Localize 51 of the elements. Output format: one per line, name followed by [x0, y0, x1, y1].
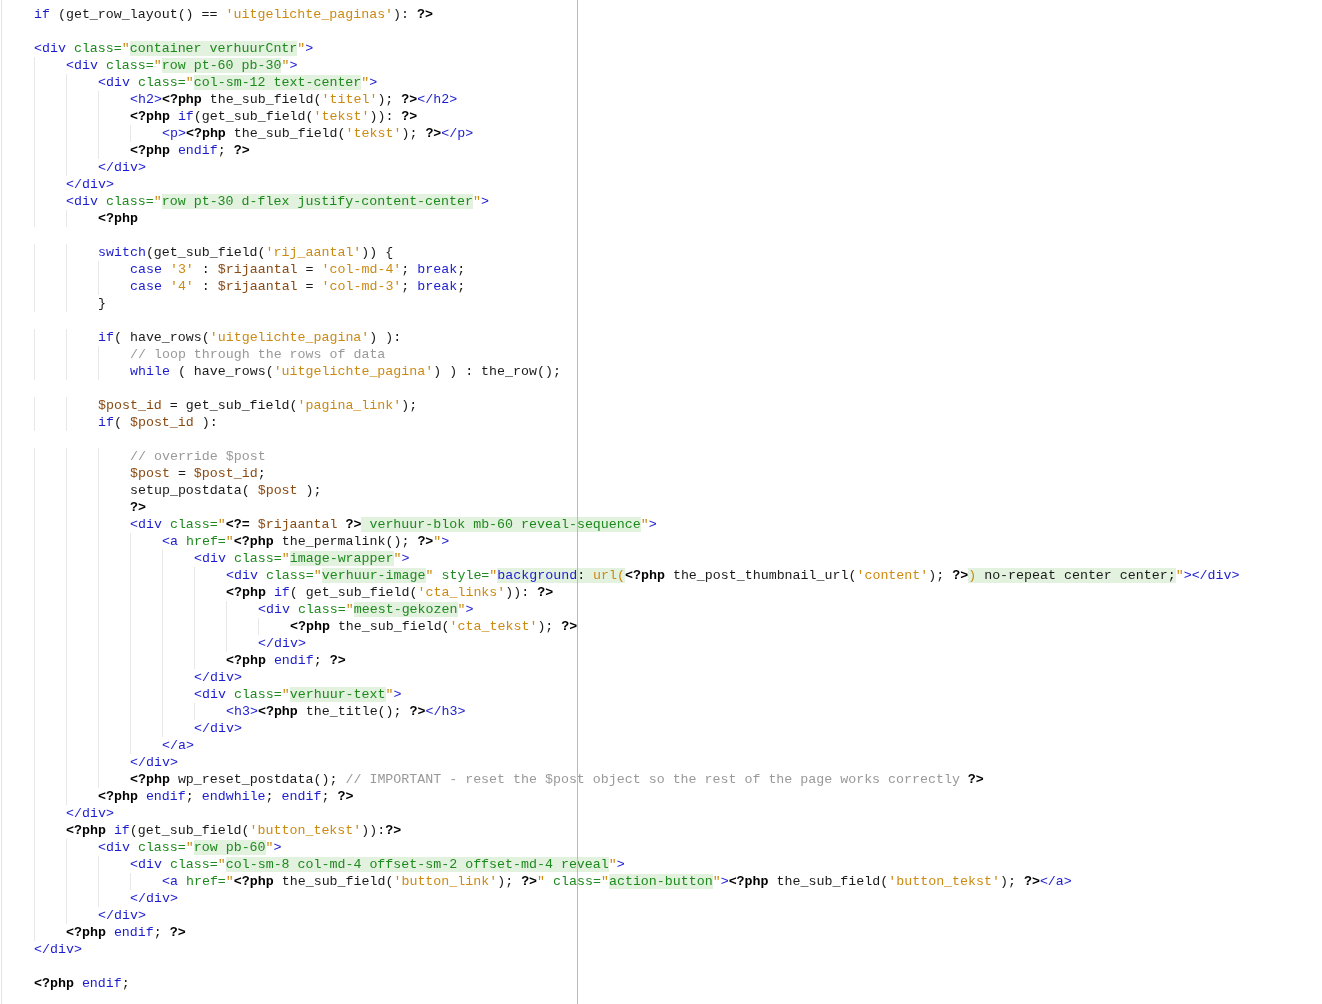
code-line: </div>	[258, 635, 306, 652]
code-line: if( have_rows('uitgelichte_pagina') ):	[98, 329, 402, 346]
code-line: <?php endif; ?>	[226, 652, 346, 669]
code-line: </div>	[98, 159, 146, 176]
code-line: </a>	[162, 737, 194, 754]
code-line: </div>	[194, 720, 242, 737]
code-line: <?php if( get_sub_field('cta_links')): ?>	[226, 584, 554, 601]
code-line: <div class="col-sm-12 text-center">	[98, 74, 378, 91]
code-line: </div>	[98, 907, 146, 924]
code-line: case '3' : $rijaantal = 'col-md-4'; break;	[130, 261, 466, 278]
code-line: switch(get_sub_field('rij_aantal')) {	[98, 244, 394, 261]
code-line: </div>	[66, 176, 114, 193]
code-line: while ( have_rows('uitgelichte_pagina') ) : the_row();	[130, 363, 561, 380]
code-line: <div class="<?= $rijaantal ?> verhuur-blok mb-60 reveal-sequence">	[130, 516, 657, 533]
code-line: <h2><?php the_sub_field('titel'); ?></h2>	[130, 91, 458, 108]
code-line: case '4' : $rijaantal = 'col-md-3'; break;	[130, 278, 466, 295]
code-line: <?php	[98, 210, 138, 227]
code-line: <div class="row pt-60 pb-30">	[66, 57, 298, 74]
code-line: <div class="verhuur-image" style="background: url(<?php the_post_thumbnail_url('content'); ?>) no-repeat center center;"></div>	[226, 567, 1240, 584]
code-line: <h3><?php the_title(); ?></h3>	[226, 703, 466, 720]
code-line: if (get_row_layout() == 'uitgelichte_paginas'): ?>	[34, 6, 434, 23]
code-line: </div>	[194, 669, 242, 686]
code-line: // loop through the rows of data	[130, 346, 386, 363]
code-line: $post = $post_id;	[130, 465, 266, 482]
code-line: <div class="image-wrapper">	[194, 550, 410, 567]
code-line: <div class="meest-gekozen">	[258, 601, 474, 618]
code-line: // override $post	[130, 448, 266, 465]
code-line: <?php the_sub_field('cta_tekst'); ?>	[290, 618, 578, 635]
code-line: <p><?php the_sub_field('tekst'); ?></p>	[162, 125, 474, 142]
code-line: <?php if(get_sub_field('button_tekst')):?>	[66, 822, 402, 839]
code-line: if( $post_id ):	[98, 414, 218, 431]
code-line: <a href="<?php the_permalink(); ?>">	[162, 533, 450, 550]
code-line: $post_id = get_sub_field('pagina_link');	[98, 397, 418, 414]
code-line: </div>	[130, 890, 178, 907]
code-line: <a href="<?php the_sub_field('button_link'); ?>" class="action-button"><?php the_sub_field('button_tekst'); ?></a>	[162, 873, 1072, 890]
code-line: <?php endif;	[34, 975, 130, 992]
code-line: <div class="row pt-30 d-flex justify-content-center">	[66, 193, 489, 210]
code-line: <div class="row pb-60">	[98, 839, 282, 856]
code-line: }	[98, 295, 106, 312]
code-line: <?php if(get_sub_field('tekst')): ?>	[130, 108, 418, 125]
code-line: </div>	[66, 805, 114, 822]
code-line: </div>	[34, 941, 82, 958]
code-line: setup_postdata( $post );	[130, 482, 322, 499]
code-line: <div class="verhuur-text">	[194, 686, 402, 703]
code-line: <?php endif; ?>	[66, 924, 186, 941]
code-line: <div class="col-sm-8 col-md-4 offset-sm-2 offset-md-4 reveal">	[130, 856, 625, 873]
code-line: <?php endif; ?>	[130, 142, 250, 159]
code-line: <?php endif; endwhile; endif; ?>	[98, 788, 354, 805]
code-line: <div class="container verhuurCntr">	[34, 40, 314, 57]
code-line: ?>	[130, 499, 146, 516]
code-line: </div>	[130, 754, 178, 771]
